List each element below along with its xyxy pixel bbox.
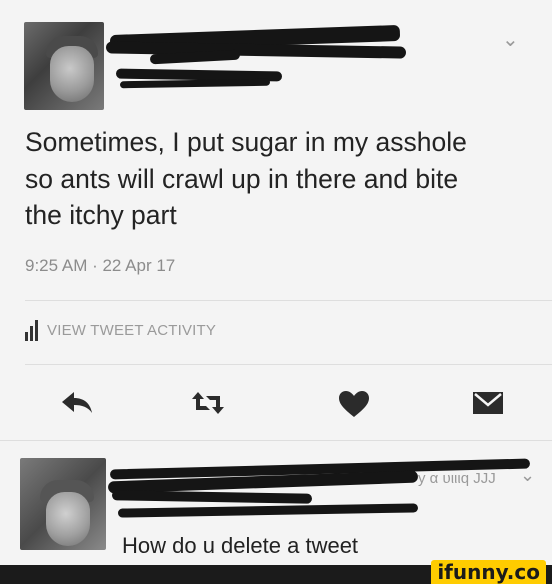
- reply-text: How do u delete a tweet: [122, 533, 359, 558]
- chevron-down-icon[interactable]: ⌄: [502, 30, 519, 50]
- direct-message-button[interactable]: [472, 390, 504, 421]
- avatar-face: [46, 492, 90, 546]
- divider: [25, 300, 552, 301]
- ifunny-watermark: ifunny.co: [431, 560, 546, 584]
- activity-chart-icon: [25, 320, 38, 341]
- tweet-timestamp[interactable]: 9:25 AM · 22 Apr 17: [25, 256, 175, 276]
- activity-label: VIEW TWEET ACTIVITY: [47, 322, 217, 339]
- heart-icon: [339, 391, 369, 417]
- view-tweet-activity-link[interactable]: VIEW TWEET ACTIVITY: [25, 320, 216, 341]
- reply-handle: y α υιιιq JJJ: [418, 470, 496, 487]
- retweet-button[interactable]: [190, 390, 226, 421]
- reply-button[interactable]: [60, 390, 94, 421]
- retweet-icon: [192, 392, 224, 414]
- reply-author-avatar[interactable]: [20, 458, 106, 550]
- divider: [0, 440, 552, 441]
- envelope-icon: [473, 392, 503, 414]
- reply-icon: [62, 392, 92, 413]
- chevron-down-icon[interactable]: ⌄: [520, 466, 535, 484]
- tweet-text: Sometimes, I put sugar in my asshole so …: [25, 127, 467, 230]
- author-avatar[interactable]: [24, 22, 104, 110]
- divider: [25, 364, 552, 365]
- like-button[interactable]: [338, 390, 370, 423]
- avatar-face: [50, 46, 94, 102]
